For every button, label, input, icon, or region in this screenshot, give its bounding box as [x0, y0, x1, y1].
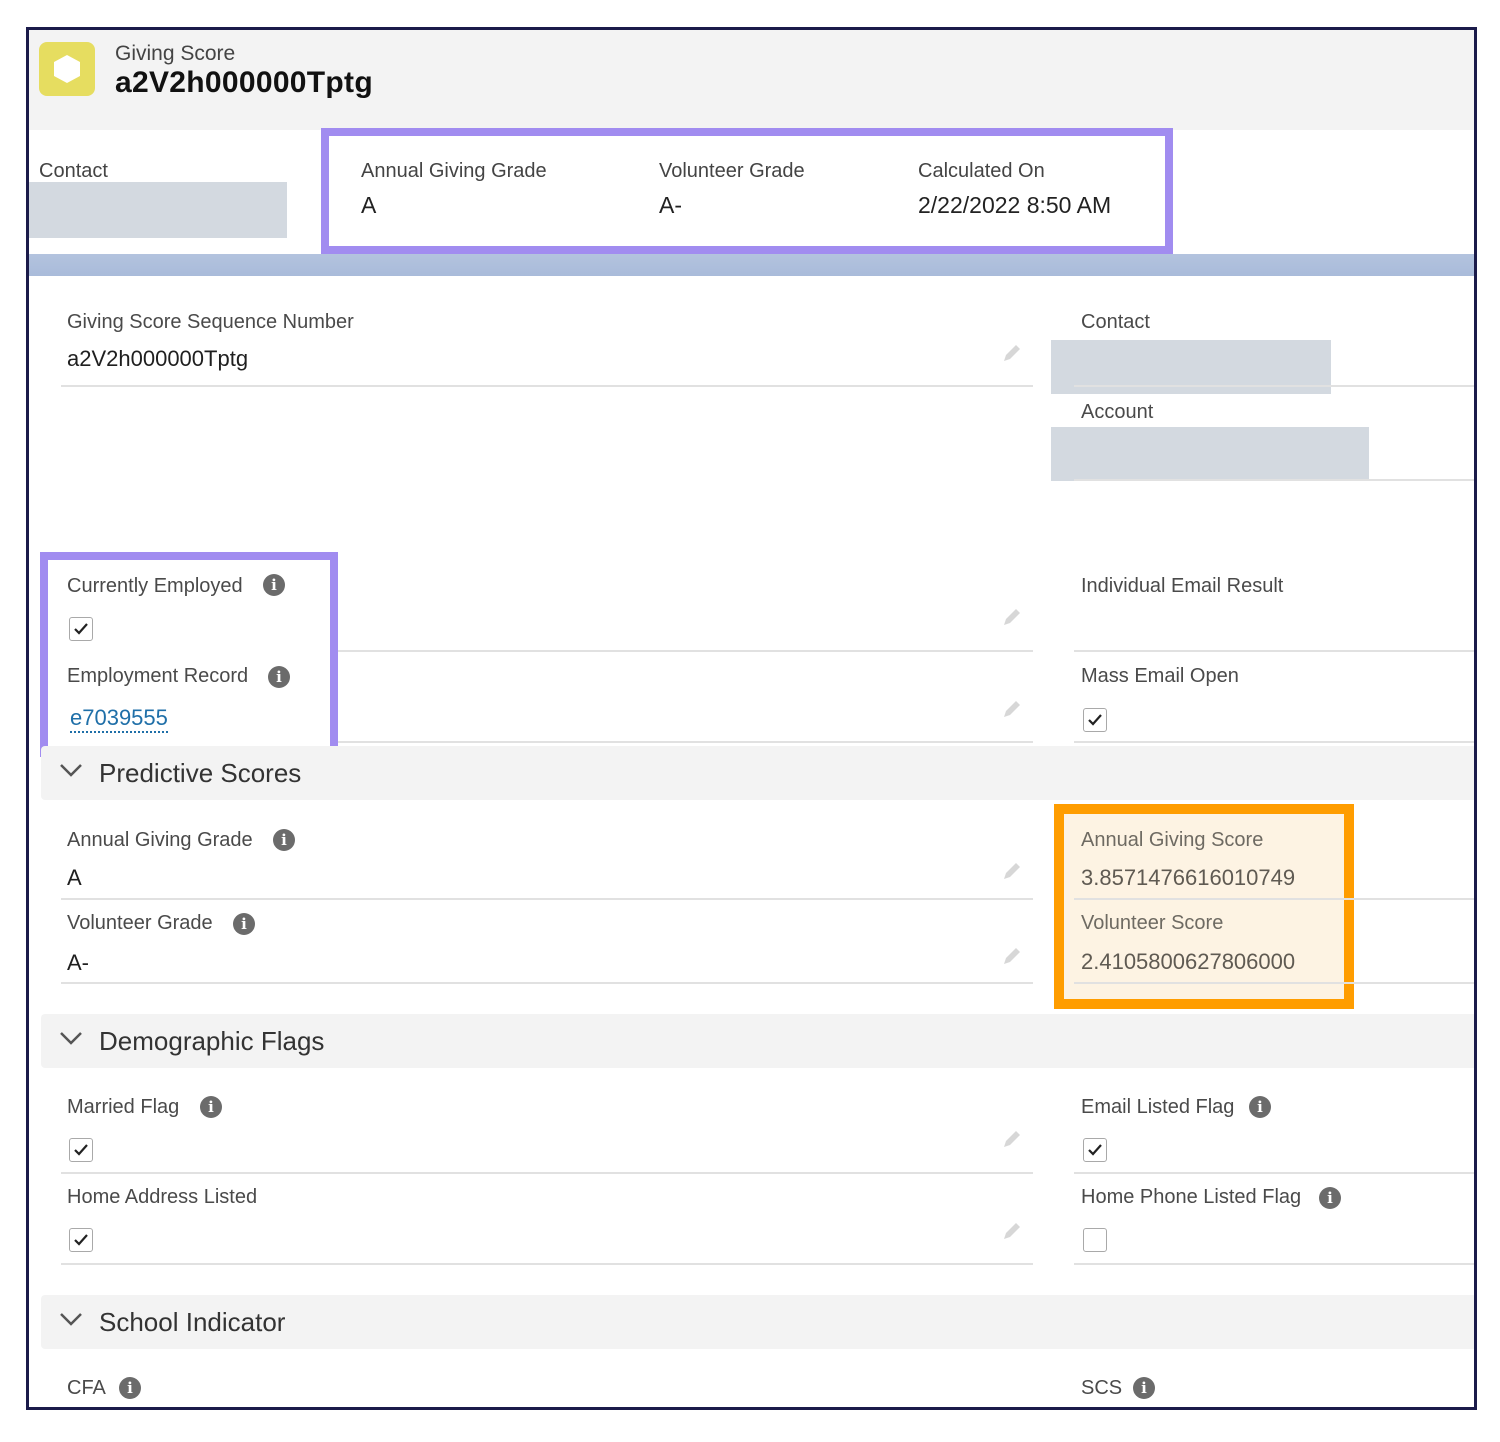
field-divider [61, 385, 1033, 387]
field-divider [1074, 898, 1474, 900]
section-predictive-scores[interactable]: Predictive Scores [41, 746, 1474, 800]
home-phone-listed-flag-checkbox[interactable] [1083, 1228, 1107, 1252]
highlight-volunteer-grade-label: Volunteer Grade [659, 160, 805, 182]
employment-record-info-icon[interactable]: i [268, 666, 290, 688]
highlights-panel: Contact Annual Giving Grade A Volunteer … [29, 128, 1474, 254]
chevron-down-icon [60, 1032, 82, 1045]
field-divider [338, 650, 1033, 652]
employment-record-label: Employment Record [67, 665, 249, 687]
edit-currently-employed-pencil-icon[interactable] [1001, 606, 1023, 628]
divider-stripe [29, 254, 1474, 276]
redacted-account-field [1051, 427, 1369, 481]
field-divider [1074, 982, 1474, 984]
highlight-contact-label: Contact [39, 160, 108, 182]
section-title: Predictive Scores [99, 758, 302, 788]
highlight-volunteer-grade-value: A- [659, 192, 682, 218]
sequence-number-value: a2V2h000000Tptg [67, 346, 249, 371]
highlight-calculated-on-value: 2/22/2022 8:50 AM [918, 192, 1112, 218]
record-title: a2V2h000000Tptg [115, 66, 373, 99]
annual-giving-grade-value: A [67, 865, 82, 890]
field-divider [61, 982, 1033, 984]
cfa-info-icon[interactable]: i [119, 1377, 141, 1399]
currently-employed-info-icon[interactable]: i [263, 574, 285, 596]
highlight-annual-giving-grade-label: Annual Giving Grade [361, 160, 547, 182]
currently-employed-label: Currently Employed [67, 575, 243, 597]
annual-giving-grade-label: Annual Giving Grade [67, 829, 253, 851]
field-divider [1074, 741, 1474, 743]
married-flag-label: Married Flag [67, 1096, 180, 1118]
section-demographic-flags[interactable]: Demographic Flags [41, 1014, 1474, 1068]
highlight-calculated-on-label: Calculated On [918, 160, 1045, 182]
email-listed-flag-checkbox[interactable] [1083, 1138, 1107, 1162]
field-divider [61, 1263, 1033, 1265]
volunteer-grade-label: Volunteer Grade [67, 912, 213, 934]
field-divider [338, 741, 1033, 743]
section-school-indicator[interactable]: School Indicator [41, 1295, 1474, 1349]
annual-giving-score-label: Annual Giving Score [1081, 829, 1264, 851]
object-label: Giving Score [115, 42, 236, 65]
home-address-listed-label: Home Address Listed [67, 1186, 258, 1208]
mass-email-open-label: Mass Email Open [1081, 665, 1239, 687]
section-title: School Indicator [99, 1307, 286, 1337]
volunteer-score-label: Volunteer Score [1081, 912, 1224, 934]
volunteer-grade-info-icon[interactable]: i [233, 913, 255, 935]
home-phone-listed-flag-info-icon[interactable]: i [1319, 1187, 1341, 1209]
field-divider [1074, 1172, 1474, 1174]
field-divider [1074, 385, 1474, 387]
mass-email-open-checkbox[interactable] [1083, 708, 1107, 732]
married-flag-info-icon[interactable]: i [200, 1096, 222, 1118]
field-divider [61, 1172, 1033, 1174]
contact-label: Contact [1081, 311, 1150, 333]
field-divider [61, 898, 1033, 900]
home-phone-listed-flag-label: Home Phone Listed Flag [1081, 1186, 1302, 1208]
account-label: Account [1081, 401, 1154, 423]
annual-giving-grade-info-icon[interactable]: i [273, 829, 295, 851]
married-flag-checkbox[interactable] [69, 1138, 93, 1162]
edit-volunteer-grade-pencil-icon[interactable] [1001, 945, 1023, 967]
employment-record-link[interactable]: e7039555 [70, 705, 168, 733]
volunteer-score-value: 2.4105800627806000 [1081, 949, 1296, 974]
record-header: Giving Score a2V2h000000Tptg [29, 30, 1474, 130]
sequence-number-label: Giving Score Sequence Number [67, 311, 354, 333]
edit-annual-giving-grade-pencil-icon[interactable] [1001, 860, 1023, 882]
email-listed-flag-info-icon[interactable]: i [1249, 1096, 1271, 1118]
scs-info-icon[interactable]: i [1133, 1377, 1155, 1399]
record-page: Giving Score a2V2h000000Tptg Contact Ann… [26, 27, 1477, 1410]
annual-giving-score-value: 3.8571476616010749 [1081, 865, 1296, 890]
volunteer-grade-value: A- [67, 950, 89, 975]
chevron-down-icon [60, 1313, 82, 1326]
edit-home-address-listed-pencil-icon[interactable] [1001, 1220, 1023, 1242]
section-title: Demographic Flags [99, 1026, 325, 1056]
field-divider [1074, 650, 1474, 652]
edit-employment-record-pencil-icon[interactable] [1001, 698, 1023, 720]
highlight-annotation-box [321, 128, 1173, 254]
hexagon-icon [39, 42, 95, 96]
field-divider [1074, 479, 1474, 481]
redacted-contact-value [29, 182, 287, 238]
email-listed-flag-label: Email Listed Flag [1081, 1096, 1235, 1118]
edit-sequence-number-pencil-icon[interactable] [1001, 342, 1023, 364]
cfa-label: CFA [67, 1377, 106, 1399]
home-address-listed-checkbox[interactable] [69, 1228, 93, 1252]
edit-married-flag-pencil-icon[interactable] [1001, 1128, 1023, 1150]
scs-label: SCS [1081, 1377, 1123, 1399]
currently-employed-checkbox[interactable] [69, 617, 93, 641]
chevron-down-icon [60, 764, 82, 777]
highlight-annual-giving-grade-value: A [361, 192, 377, 218]
field-divider [1074, 1263, 1474, 1265]
individual-email-result-label: Individual Email Result [1081, 575, 1284, 597]
